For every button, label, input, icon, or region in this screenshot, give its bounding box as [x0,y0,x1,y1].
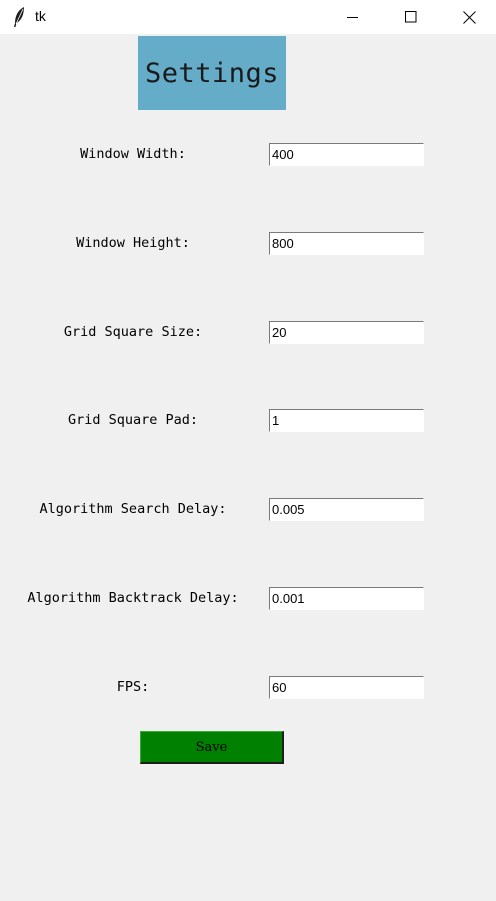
grid-square-pad-input[interactable] [269,409,424,432]
grid-square-size-label: Grid Square Size: [63,324,203,340]
window-height-input[interactable] [269,232,424,255]
tk-window: tk Settings Window Width: Window Height:… [0,0,496,901]
close-icon [462,10,476,24]
window-width-input[interactable] [269,143,424,166]
maximize-button[interactable] [382,0,440,34]
close-button[interactable] [440,0,496,34]
minimize-icon [347,17,358,18]
window-height-label: Window Height: [76,235,190,251]
grid-square-pad-label: Grid Square Pad: [67,412,199,428]
fps-label: FPS: [116,679,150,695]
algorithm-backtrack-delay-input[interactable] [269,587,424,610]
feather-icon [14,7,24,27]
minimize-button[interactable] [324,0,382,34]
window-width-label: Window Width: [80,146,186,162]
fps-input[interactable] [269,676,424,699]
window-title: tk [35,8,46,24]
algorithm-search-delay-input[interactable] [269,498,424,521]
save-button[interactable]: Save [140,731,284,764]
algorithm-search-delay-label: Algorithm Search Delay: [39,501,227,517]
algorithm-backtrack-delay-label: Algorithm Backtrack Delay: [27,590,239,606]
maximize-icon [405,11,417,23]
settings-title: Settings [138,36,286,110]
grid-square-size-input[interactable] [269,321,424,344]
title-bar: tk [0,0,496,34]
